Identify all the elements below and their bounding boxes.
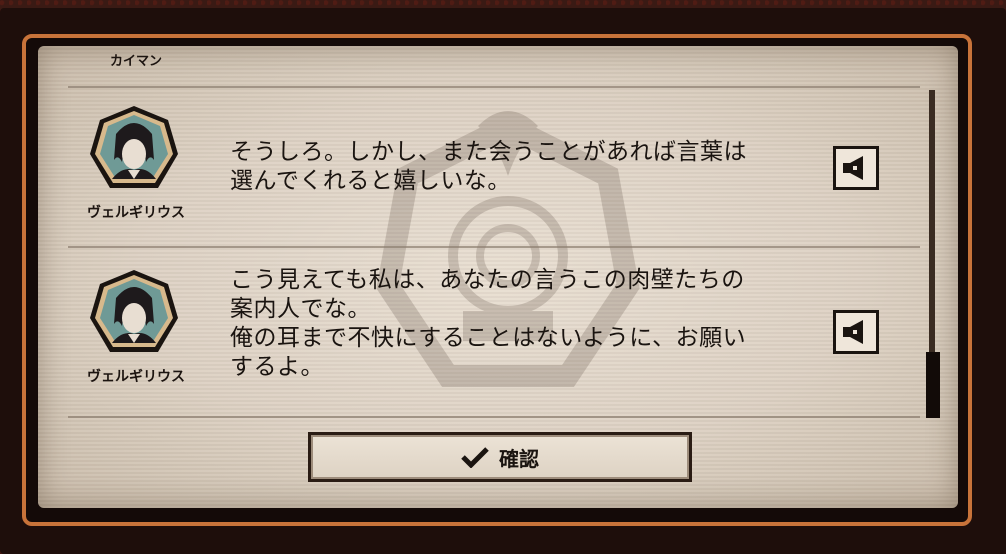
entry-divider: [68, 86, 920, 88]
entry-divider: [68, 416, 920, 418]
checkmark-icon: [461, 447, 489, 468]
speaker-icon: [843, 156, 863, 180]
dialogue-line: 選んでくれると嬉しいな。: [230, 168, 511, 194]
avatar: [90, 270, 178, 352]
dialogue-text: そうしろ。しかし、また会うことがあれば言葉は 選んでくれると嬉しいな。: [230, 138, 830, 196]
dialogue-line: 案内人でな。: [230, 296, 371, 322]
dialogue-line: するよ。: [230, 354, 324, 380]
previous-speaker-name: カイマン: [110, 54, 163, 69]
avatar: [90, 106, 178, 188]
scrollbar-thumb[interactable]: [926, 352, 940, 418]
confirm-button[interactable]: 確認: [308, 432, 692, 482]
backlog-panel: カイマン ヴェルギリウス そうしろ。しかし、また会うことがあれば言葉は 選んでく…: [38, 46, 958, 508]
dialogue-line: 俺の耳まで不快にすることはないように、お願い: [230, 325, 747, 351]
dialogue-line: そうしろ。しかし、また会うことがあれば言葉は: [230, 139, 747, 165]
voice-replay-button[interactable]: [833, 310, 879, 354]
speaker-icon: [843, 320, 863, 344]
entry-divider: [68, 246, 920, 248]
speaker-name: ヴェルギリウス: [87, 369, 185, 385]
speaker-name: ヴェルギリウス: [87, 205, 185, 221]
voice-replay-button[interactable]: [833, 146, 879, 190]
dialogue-text: こう見えても私は、あなたの言うこの肉壁たちの 案内人でな。 俺の耳まで不快にする…: [230, 266, 830, 382]
confirm-label: 確認: [499, 446, 539, 471]
dialogue-line: こう見えても私は、あなたの言うこの肉壁たちの: [230, 267, 745, 293]
